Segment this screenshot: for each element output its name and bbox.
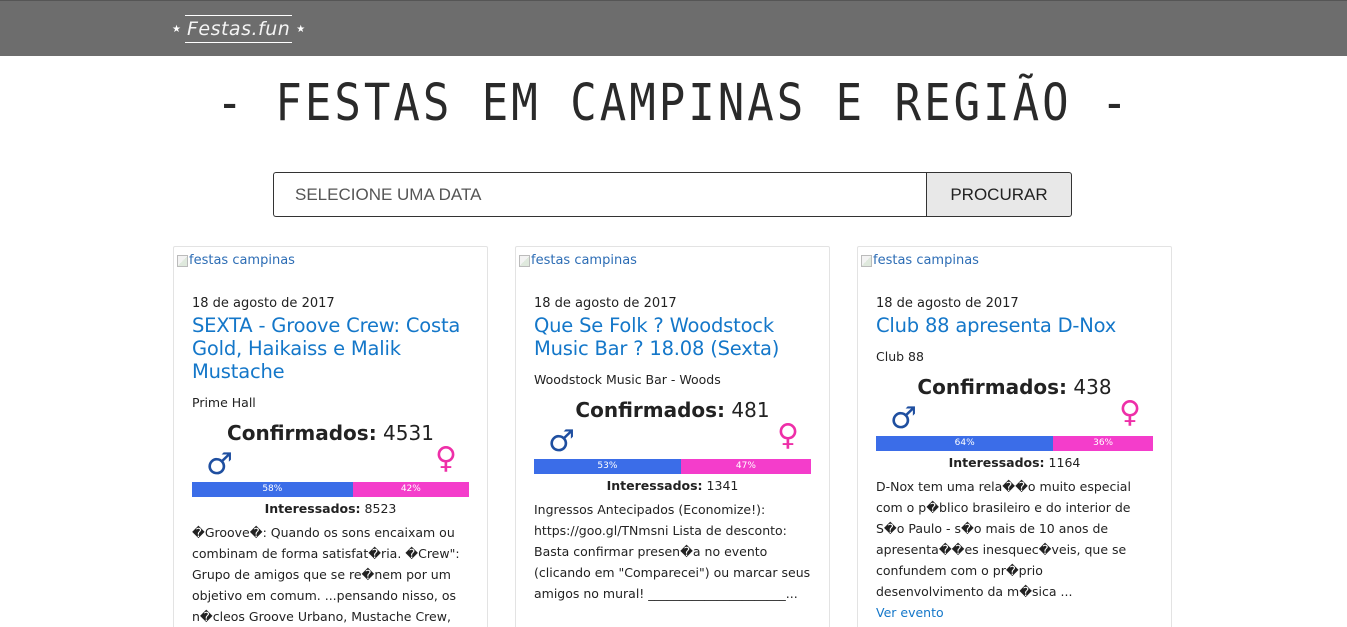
event-title-link[interactable]: SEXTA - Groove Crew: Costa Gold, Haikais…: [192, 314, 469, 383]
interested-label: Interessados:: [264, 501, 361, 516]
male-ratio-segment: 53%: [534, 459, 681, 474]
interested-label: Interessados:: [606, 478, 703, 493]
interested-value: 8523: [364, 501, 397, 516]
male-icon: ♂: [548, 424, 575, 459]
event-card: festas campinas 18 de agosto de 2017 Clu…: [857, 246, 1172, 627]
male-icon: ♂: [890, 401, 917, 436]
site-logo[interactable]: ★ Festas.fun ★: [172, 12, 305, 46]
event-image-alt: festas campinas: [531, 253, 637, 268]
gender-icons: ♂ ♀: [192, 442, 469, 482]
confirmed-count: Confirmados: 481: [534, 397, 811, 423]
search-button[interactable]: PROCURAR: [926, 172, 1072, 217]
female-ratio-segment: 42%: [352, 482, 469, 497]
confirmed-value: 4531: [383, 421, 434, 445]
interested-count: Interessados: 8523: [192, 501, 469, 516]
event-venue: Woodstock Music Bar - Woods: [534, 372, 721, 387]
event-image-link[interactable]: festas campinas: [177, 253, 295, 268]
event-description: D-Nox tem uma rela��o muito especial com…: [876, 479, 1131, 599]
event-image-alt: festas campinas: [873, 253, 979, 268]
event-date: 18 de agosto de 2017: [876, 296, 1019, 311]
confirmed-count: Confirmados: 438: [876, 374, 1153, 400]
view-event-link[interactable]: Ver evento: [876, 605, 944, 620]
gender-icons: ♂ ♀: [876, 396, 1153, 436]
female-ratio-segment: 47%: [680, 459, 811, 474]
gender-ratio-bar: 64% 36%: [876, 436, 1153, 451]
female-icon: ♀: [1119, 395, 1141, 430]
male-ratio-segment: 64%: [876, 436, 1054, 451]
gender-ratio-bar: 53% 47%: [534, 459, 811, 474]
gender-ratio-bar: 58% 42%: [192, 482, 469, 497]
broken-image-icon: [519, 254, 530, 267]
star-icon: ★: [172, 23, 181, 35]
date-search-form: PROCURAR: [273, 172, 1072, 217]
interested-count: Interessados: 1341: [534, 478, 811, 493]
male-ratio-segment: 58%: [192, 482, 353, 497]
date-select-input[interactable]: [273, 172, 926, 217]
interested-label: Interessados:: [948, 455, 1045, 470]
confirmed-value: 481: [731, 398, 770, 422]
event-image-link[interactable]: festas campinas: [861, 253, 979, 268]
logo-text: Festas.fun: [184, 15, 293, 43]
male-icon: ♂: [206, 447, 233, 482]
female-ratio-segment: 36%: [1053, 436, 1153, 451]
event-card: festas campinas 18 de agosto de 2017 Que…: [515, 246, 830, 627]
confirmed-label: Confirmados:: [227, 421, 377, 445]
event-venue: Prime Hall: [192, 395, 256, 410]
event-date: 18 de agosto de 2017: [192, 296, 335, 311]
interested-value: 1164: [1048, 455, 1081, 470]
star-icon: ★: [296, 23, 306, 35]
broken-image-icon: [861, 254, 872, 267]
interested-value: 1341: [706, 478, 739, 493]
confirmed-value: 438: [1073, 375, 1112, 399]
broken-image-icon: [177, 254, 188, 267]
event-title-link[interactable]: Club 88 apresenta D-Nox: [876, 314, 1153, 337]
confirmed-label: Confirmados:: [917, 375, 1068, 399]
event-description: �Groove�: Quando os sons encaixam ou com…: [192, 525, 460, 624]
female-icon: ♀: [777, 418, 799, 453]
event-title-link[interactable]: Que Se Folk ? Woodstock Music Bar ? 18.0…: [534, 314, 811, 360]
event-card: festas campinas 18 de agosto de 2017 SEX…: [173, 246, 488, 627]
event-date: 18 de agosto de 2017: [534, 296, 677, 311]
interested-count: Interessados: 1164: [876, 455, 1153, 470]
gender-icons: ♂ ♀: [534, 419, 811, 459]
event-image-link[interactable]: festas campinas: [519, 253, 637, 268]
event-venue: Club 88: [876, 349, 924, 364]
confirmed-label: Confirmados:: [575, 398, 726, 422]
page-title: - FESTAS EM CAMPINAS E REGIÃO -: [216, 74, 1131, 133]
event-description: Ingressos Antecipados (Economize!): http…: [534, 502, 811, 601]
female-icon: ♀: [435, 441, 457, 476]
event-image-alt: festas campinas: [189, 253, 295, 268]
top-navbar: ★ Festas.fun ★: [0, 0, 1347, 56]
confirmed-count: Confirmados: 4531: [192, 420, 469, 446]
